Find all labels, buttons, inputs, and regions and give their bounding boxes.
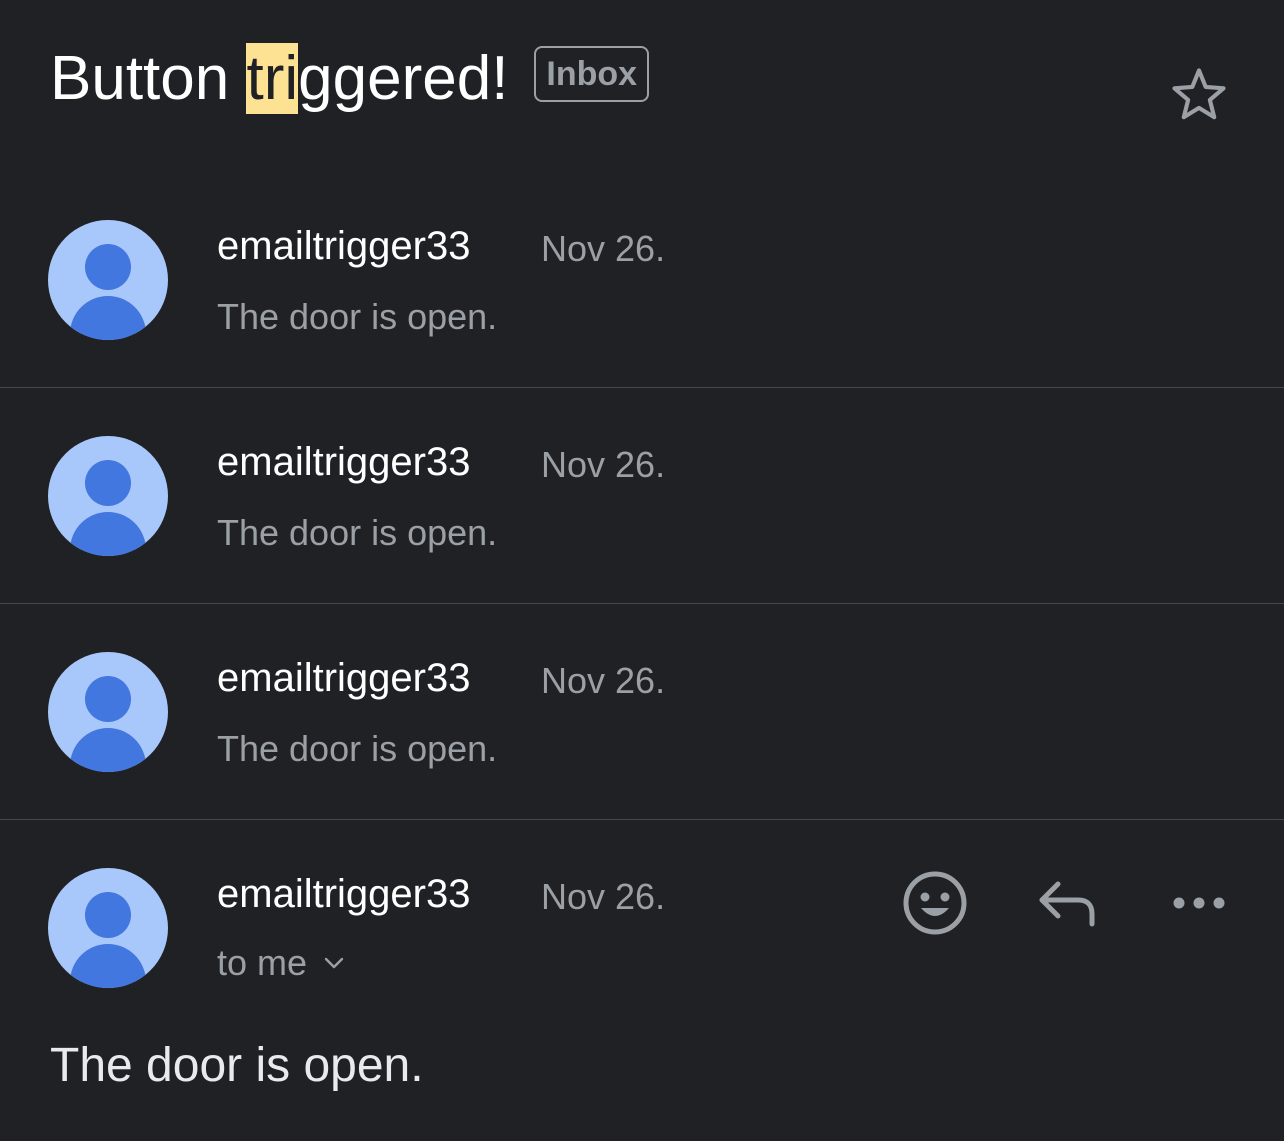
thread-header: Button tri ggered! Inbox [0,0,1284,180]
sender-avatar[interactable] [48,868,168,988]
recipient-details-toggle[interactable]: to me [217,942,345,984]
more-horizontal-icon [1173,897,1225,909]
sender-name: emailtrigger33 [217,224,471,268]
more-options-button[interactable] [1164,868,1234,938]
message-row-collapsed[interactable]: emailtrigger33 Nov 26. The door is open. [0,604,1284,820]
sender-avatar[interactable] [48,652,168,772]
sender-avatar[interactable] [48,220,168,340]
sender-avatar[interactable] [48,436,168,556]
sender-name: emailtrigger33 [217,656,471,700]
recipient-label: to me [217,942,308,983]
message-date: Nov 26. [541,228,666,269]
message-row-collapsed[interactable]: emailtrigger33 Nov 26. The door is open. [0,172,1284,388]
message-snippet: The door is open. [217,512,498,553]
subject-text-start: Button [50,43,247,113]
message-date: Nov 26. [541,444,666,485]
sender-name: emailtrigger33 [217,440,471,484]
emoji-reaction-icon [903,871,967,935]
avatar-person-icon [85,676,131,722]
message-body: The door is open. [50,1039,424,1092]
message-date: Nov 26. [541,660,666,701]
message-date: Nov 26. [541,876,666,917]
thread-subject: Button tri ggered! Inbox [50,36,650,120]
subject-search-highlight: tri [246,42,299,114]
message-snippet: The door is open. [217,728,498,769]
inbox-label-chip[interactable]: Inbox [534,46,650,102]
avatar-person-icon [85,892,131,938]
chevron-down-icon [323,956,345,970]
sender-name[interactable]: emailtrigger33 [217,872,470,917]
subject-text-end: ggered! [298,43,509,113]
star-icon [1172,68,1226,120]
reply-button[interactable] [1032,868,1102,938]
add-reaction-button[interactable] [900,868,970,938]
star-button[interactable] [1164,60,1234,130]
reply-icon [1039,881,1095,927]
avatar-person-icon [85,460,131,506]
message-snippet: The door is open. [217,296,498,337]
message-row-collapsed[interactable]: emailtrigger33 Nov 26. The door is open. [0,388,1284,604]
avatar-person-icon [85,244,131,290]
